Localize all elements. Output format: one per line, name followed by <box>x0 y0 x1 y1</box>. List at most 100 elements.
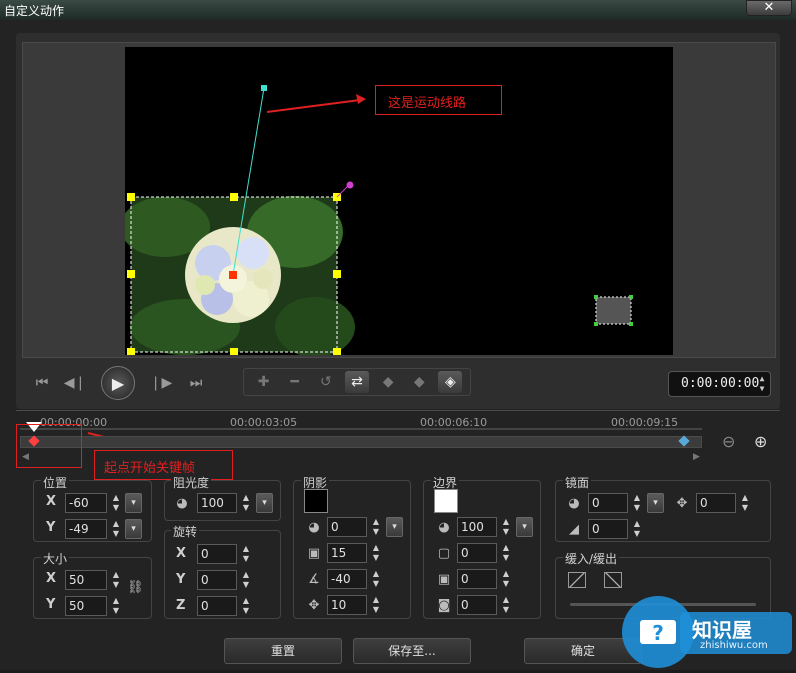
position-x-axis: X <box>46 494 57 509</box>
position-label: 位置 <box>41 474 70 491</box>
zoom-in-icon[interactable]: ⊕ <box>754 432 767 451</box>
border-field2-input[interactable]: 0 <box>457 569 497 589</box>
opacity-dropdown[interactable]: ▾ <box>256 493 273 513</box>
svg-text:?: ? <box>652 621 664 645</box>
reset-button[interactable]: 重置 <box>224 638 342 664</box>
watermark-name: 知识屋 <box>692 618 752 642</box>
border-field3-input[interactable]: 0 <box>457 595 497 615</box>
border-width-input[interactable]: 0 <box>457 543 497 563</box>
watermark-url: zhishiwu.com <box>700 640 768 651</box>
mirror-opacity-icon: ◕ <box>568 496 580 511</box>
rotation-z-input[interactable]: 0 <box>197 596 237 616</box>
rotation-z-spinner[interactable]: ▲ ▼ <box>240 596 252 616</box>
rotation-label: 旋转 <box>171 523 200 540</box>
shadow-angle-input[interactable]: -40 <box>327 569 367 589</box>
go-to-end-icon[interactable]: ⏭ <box>184 372 208 394</box>
keyframe-options-icon[interactable]: ◈ <box>438 371 463 393</box>
border-color-swatch[interactable] <box>434 489 458 513</box>
rotation-z-axis: Z <box>176 598 186 613</box>
rotation-x-axis: X <box>176 546 187 561</box>
next-keyframe-icon[interactable]: ◆ <box>407 371 431 393</box>
position-x-input[interactable]: -60 <box>65 493 107 513</box>
border-width-spinner[interactable]: ▲ ▼ <box>500 543 512 563</box>
opacity-input[interactable]: 100 <box>197 493 237 513</box>
border-width-icon: ▢ <box>437 546 451 561</box>
position-x-spinner[interactable]: ▲ ▼ <box>110 493 122 513</box>
mirror-label: 镜面 <box>563 474 592 491</box>
mirror-opacity-spinner[interactable]: ▲ ▼ <box>631 493 643 513</box>
border-fill-icon: ◙ <box>437 598 451 613</box>
border-opacity-icon: ◕ <box>438 520 450 535</box>
shadow-blur-input[interactable]: 15 <box>327 543 367 563</box>
mirror-move-icon: ✥ <box>676 496 688 511</box>
shadow-opacity-input[interactable]: 0 <box>327 517 367 537</box>
rotation-x-input[interactable]: 0 <box>197 544 237 564</box>
shadow-opacity-dropdown[interactable]: ▾ <box>386 517 403 537</box>
save-to-button[interactable]: 保存至... <box>353 638 471 664</box>
rotation-y-axis: Y <box>176 572 186 587</box>
opacity-icon: ◕ <box>176 496 188 511</box>
remove-keyframe-icon[interactable]: ━ <box>283 371 307 393</box>
mirror-opacity-dropdown[interactable]: ▾ <box>647 493 664 513</box>
shadow-color-swatch[interactable] <box>304 489 328 513</box>
reverse-keyframes-icon[interactable]: ↺ <box>314 371 338 393</box>
mirror-fade-spinner[interactable]: ▲ ▼ <box>631 519 643 539</box>
position-y-dropdown[interactable]: ▾ <box>125 519 142 539</box>
shadow-opacity-spinner[interactable]: ▲ ▼ <box>370 517 382 537</box>
swap-keyframes-icon[interactable]: ⇄ <box>344 371 369 393</box>
shadow-blur-spinner[interactable]: ▲ ▼ <box>370 543 382 563</box>
opacity-spinner[interactable]: ▲ ▼ <box>240 493 252 513</box>
add-keyframe-icon[interactable]: ✚ <box>252 371 276 393</box>
timecode-value: 0:00:00:00 <box>681 376 760 391</box>
size-label: 大小 <box>41 550 70 567</box>
start-annotation-box: 起点开始关键帧 <box>94 450 233 480</box>
rotation-y-spinner[interactable]: ▲ ▼ <box>240 570 252 590</box>
mirror-fade-input[interactable]: 0 <box>588 519 628 539</box>
size-y-input[interactable]: 50 <box>65 596 107 616</box>
size-y-axis: Y <box>46 597 56 612</box>
zoom-out-icon[interactable]: ⊖ <box>722 432 735 451</box>
timecode-spinner[interactable]: ▲ ▼ <box>756 374 768 394</box>
shadow-distance-spinner[interactable]: ▲ ▼ <box>370 595 382 615</box>
size-x-spinner[interactable]: ▲ ▼ <box>110 570 122 590</box>
previous-frame-icon[interactable]: ◀❘ <box>63 372 87 394</box>
shadow-opacity-icon: ◕ <box>308 520 320 535</box>
position-y-input[interactable]: -49 <box>65 519 107 539</box>
position-y-spinner[interactable]: ▲ ▼ <box>110 519 122 539</box>
shadow-angle-spinner[interactable]: ▲ ▼ <box>370 569 382 589</box>
border-blur-icon: ▣ <box>437 572 451 587</box>
timecode-field[interactable]: 0:00:00:00 ▲ ▼ <box>668 371 771 397</box>
previous-keyframe-icon[interactable]: ◆ <box>376 371 400 393</box>
size-x-axis: X <box>46 571 57 586</box>
rotation-x-spinner[interactable]: ▲ ▼ <box>240 544 252 564</box>
border-opacity-spinner[interactable]: ▲ ▼ <box>500 517 512 537</box>
ease-out-icon[interactable] <box>604 572 622 588</box>
watermark: ? 知识屋 zhishiwu.com <box>620 592 796 670</box>
go-to-start-icon[interactable]: ⏮ <box>30 372 54 394</box>
shadow-blur-icon: ▣ <box>307 546 321 561</box>
next-frame-icon[interactable]: ❘▶ <box>149 372 173 394</box>
mirror-offset-input[interactable]: 0 <box>696 493 736 513</box>
play-button[interactable]: ▶ <box>101 366 135 400</box>
size-x-input[interactable]: 50 <box>65 570 107 590</box>
shadow-distance-icon: ✥ <box>308 598 320 613</box>
shadow-angle-icon: ∡ <box>308 572 320 587</box>
border-field3-spinner[interactable]: ▲ ▼ <box>500 595 512 615</box>
position-x-dropdown[interactable]: ▾ <box>125 493 142 513</box>
shadow-distance-input[interactable]: 10 <box>327 595 367 615</box>
link-icon[interactable]: ⛓ <box>127 580 144 596</box>
start-keyframe-highlight <box>16 424 82 468</box>
path-annotation-label: 这是运动线路 <box>388 96 467 111</box>
mirror-fade-icon: ◢ <box>569 522 579 537</box>
rotation-y-input[interactable]: 0 <box>197 570 237 590</box>
timeline-track[interactable] <box>20 436 702 448</box>
timeline-ruler <box>20 428 702 430</box>
border-field2-spinner[interactable]: ▲ ▼ <box>500 569 512 589</box>
size-y-spinner[interactable]: ▲ ▼ <box>110 596 122 616</box>
border-opacity-input[interactable]: 100 <box>457 517 497 537</box>
scroll-right-icon[interactable]: ▶ <box>693 452 700 462</box>
mirror-offset-spinner[interactable]: ▲ ▼ <box>739 493 751 513</box>
ease-in-icon[interactable] <box>568 572 586 588</box>
mirror-opacity-input[interactable]: 0 <box>588 493 628 513</box>
border-opacity-dropdown[interactable]: ▾ <box>516 517 533 537</box>
